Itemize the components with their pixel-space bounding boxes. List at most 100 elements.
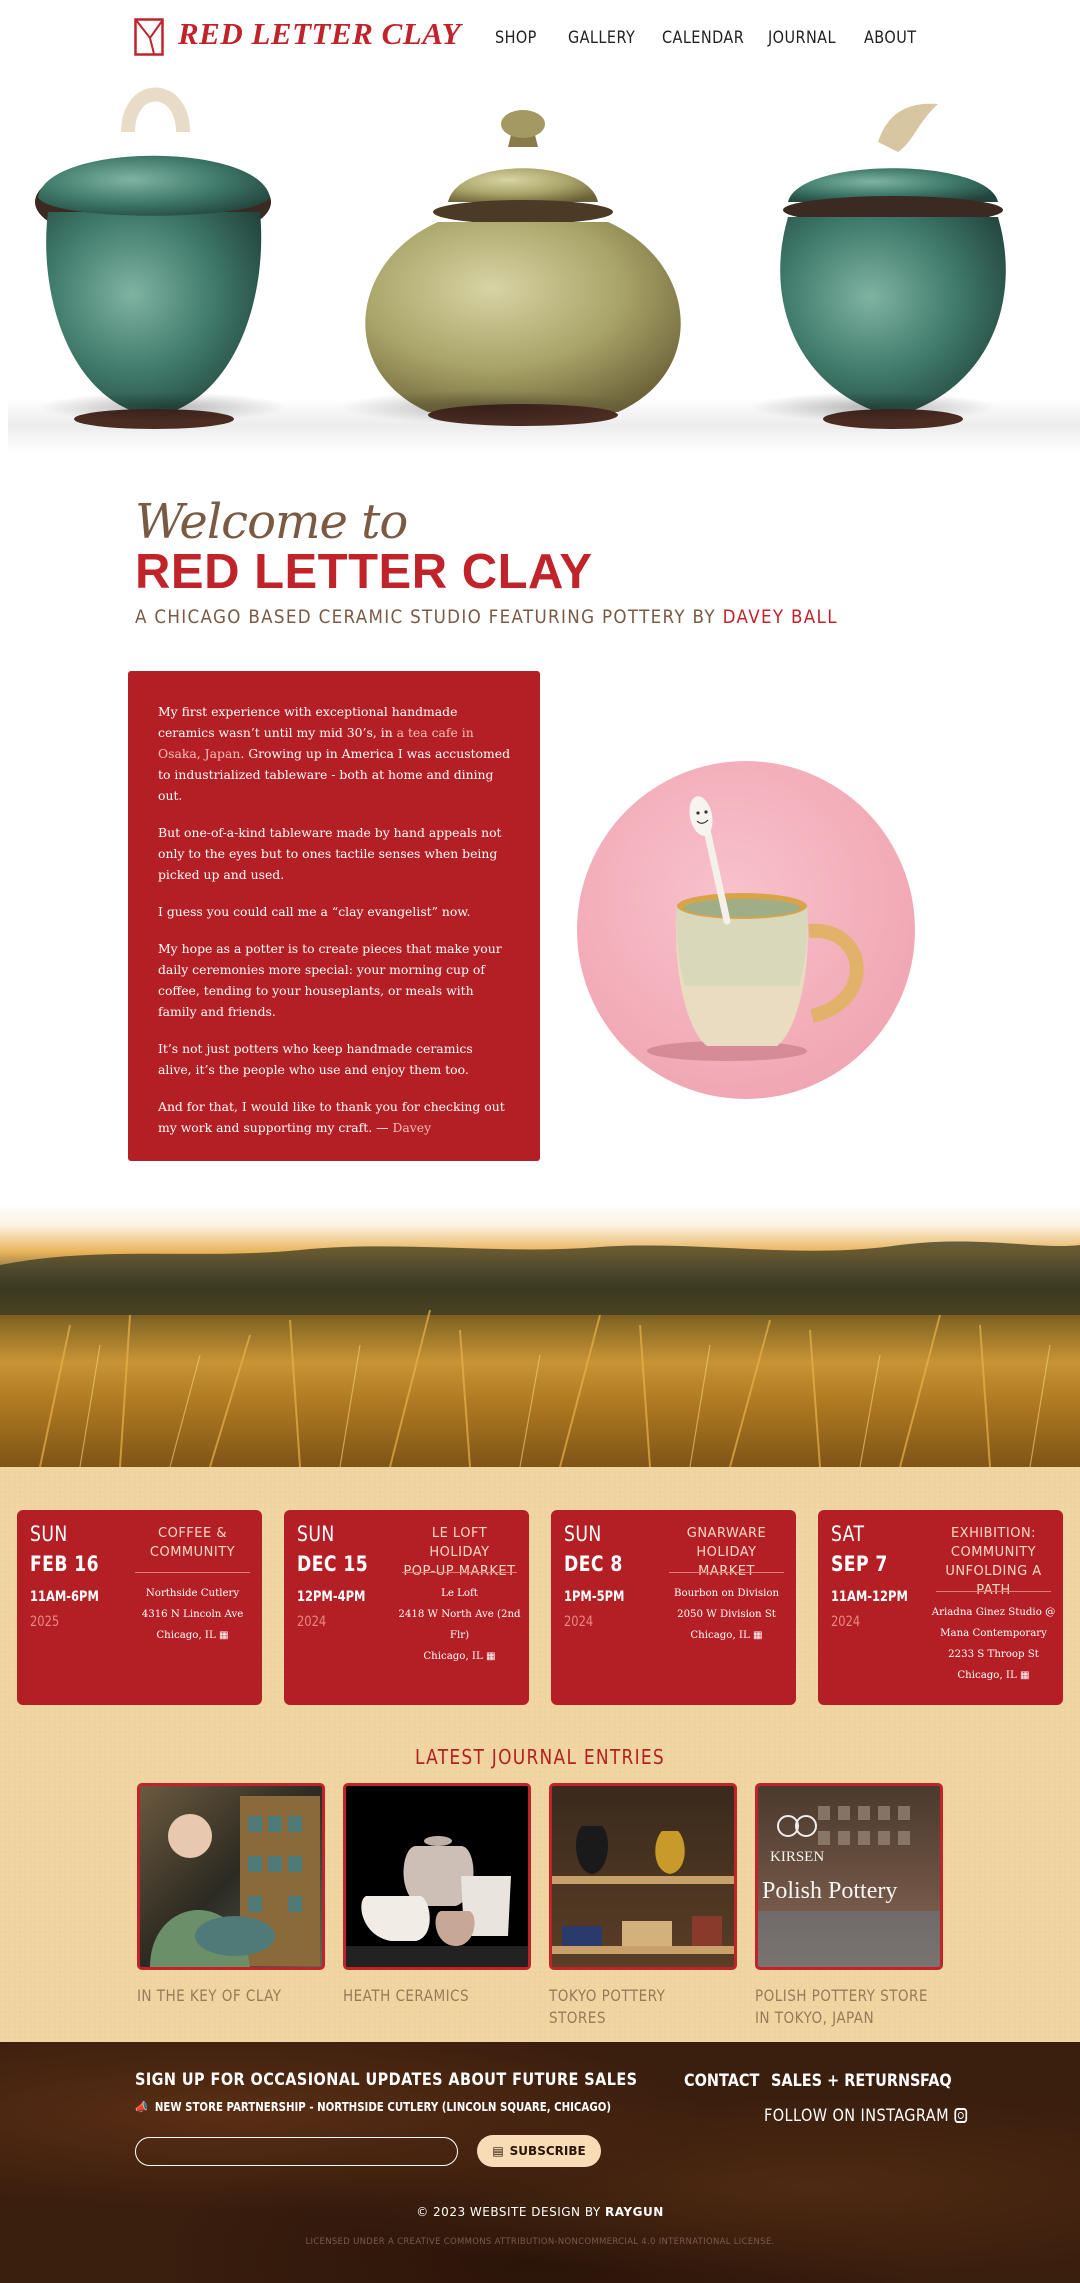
event-date: DEC 8 xyxy=(564,1552,623,1576)
announcement: 📣 NEW STORE PARTNERSHIP - NORTHSIDE CUTL… xyxy=(135,2100,611,2114)
event-title-line: LE LOFT HOLIDAY xyxy=(429,1526,490,1560)
announcement-text[interactable]: NEW STORE PARTNERSHIP - NORTHSIDE CUTLER… xyxy=(155,2100,611,2114)
event-title-line: GNARWARE xyxy=(686,1526,767,1541)
footer-link-faq[interactable]: FAQ xyxy=(920,2071,952,2091)
event-title[interactable]: COFFEE & COMMUNITY xyxy=(135,1524,250,1562)
journal-caption[interactable]: HEATH CERAMICS xyxy=(343,1985,513,2007)
instagram-link[interactable]: FOLLOW ON INSTAGRAM xyxy=(764,2106,967,2126)
venue-line: 2418 W North Ave (2nd xyxy=(398,1609,521,1620)
map-icon[interactable]: ▦ xyxy=(753,1630,763,1641)
intro-paragraph: I guess you could call me a “clay evange… xyxy=(158,904,471,919)
welcome-subtitle: A CHICAGO BASED CERAMIC STUDIO FEATURING… xyxy=(135,606,838,628)
event-year: 2025 xyxy=(30,1614,60,1630)
davey-link[interactable]: Davey xyxy=(392,1120,431,1135)
event-day: SAT xyxy=(831,1522,865,1546)
footer-link-sales-returns[interactable]: SALES + RETURNS xyxy=(771,2071,920,2091)
welcome-title: RED LETTER CLAY xyxy=(135,545,593,599)
megaphone-icon: 📣 xyxy=(135,2100,148,2114)
event-year: 2024 xyxy=(831,1614,861,1630)
signup-heading: SIGN UP FOR OCCASIONAL UPDATES ABOUT FUT… xyxy=(135,2070,638,2090)
event-date: FEB 16 xyxy=(30,1552,100,1576)
event-year: 2024 xyxy=(297,1614,327,1630)
copyright-text: © 2023 WEBSITE DESIGN BY xyxy=(416,2205,606,2219)
subtitle-text: A CHICAGO BASED CERAMIC STUDIO FEATURING… xyxy=(135,606,723,628)
journal-heading: LATEST JOURNAL ENTRIES xyxy=(414,1745,666,1769)
event-card[interactable]: SUN FEB 16 11AM-6PM 2025 COFFEE & COMMUNI… xyxy=(17,1510,262,1705)
footer-link-contact[interactable]: CONTACT xyxy=(684,2071,759,2091)
journal-caption[interactable]: TOKYO POTTERY STORES xyxy=(549,1985,719,2029)
intro-text-box: My first experience with exceptional han… xyxy=(128,671,540,1161)
nav-calendar[interactable]: CALENDAR xyxy=(662,28,744,48)
event-title-line: COMMUNITY xyxy=(950,1545,1037,1560)
event-card[interactable]: SAT SEP 7 11AM-12PM 2024 EXHIBITION: COMM… xyxy=(818,1510,1063,1705)
subscribe-button[interactable]: ▤ SUBSCRIBE xyxy=(477,2135,601,2167)
site-header: RED LETTER CLAY SHOP GALLERY CALENDAR JO… xyxy=(0,0,1080,80)
raygun-link[interactable]: RAYGUN xyxy=(605,2205,664,2219)
email-input[interactable] xyxy=(135,2137,458,2166)
event-title-line: UNFOLDING A PATH xyxy=(945,1564,1042,1598)
store-sign: Polish Pottery xyxy=(762,1878,897,1904)
store-sign-small: KIRSEN xyxy=(770,1849,824,1865)
event-title-line: COMMUNITY xyxy=(149,1545,236,1560)
instagram-icon[interactable] xyxy=(953,2108,967,2123)
venue-line: Chicago, IL ▦ xyxy=(423,1651,496,1662)
venue-line: Flr) xyxy=(449,1630,470,1641)
venue-line: 2050 W Division St xyxy=(677,1609,776,1620)
event-day: SUN xyxy=(564,1522,602,1546)
venue-line: Chicago, IL ▦ xyxy=(156,1630,229,1641)
intro-paragraph: It’s not just potters who keep handmade … xyxy=(158,1041,473,1077)
venue-line: Chicago, IL ▦ xyxy=(690,1630,763,1641)
event-venue: Ariadna Ginez Studio @ Mana Contemporary 2… xyxy=(930,1602,1057,1686)
journal-thumb-heath-ceramics[interactable] xyxy=(343,1783,531,1970)
venue-line: 4316 N Lincoln Ave xyxy=(141,1609,244,1620)
event-venue: Bourbon on Division 2050 W Division St Chi… xyxy=(663,1583,790,1646)
venue-line: Bourbon on Division xyxy=(673,1588,780,1599)
journal-thumb-key-of-clay[interactable] xyxy=(137,1783,325,1970)
map-icon[interactable]: ▦ xyxy=(486,1651,496,1662)
intro-paragraph: My first experience with exceptional han… xyxy=(158,701,510,806)
venue-line: Chicago, IL ▦ xyxy=(957,1670,1030,1681)
brand-name[interactable]: RED LETTER CLAY xyxy=(178,16,461,52)
event-divider xyxy=(402,1572,517,1573)
event-title[interactable]: EXHIBITION: COMMUNITY UNFOLDING A PATH xyxy=(936,1524,1051,1600)
subscribe-label: SUBSCRIBE xyxy=(509,2144,586,2158)
license-text[interactable]: LICENSED UNDER A CREATIVE COMMONS ATTRIB… xyxy=(0,2237,1080,2247)
event-year: 2024 xyxy=(564,1614,594,1630)
journal-thumb-tokyo-stores[interactable] xyxy=(549,1783,737,1970)
venue-line: Le Loft xyxy=(441,1588,478,1599)
event-divider xyxy=(135,1572,250,1573)
event-venue: Le Loft 2418 W North Ave (2nd Flr) Chicago,… xyxy=(396,1583,523,1667)
intro-paragraph: But one-of-a-kind tableware made by hand… xyxy=(158,825,502,882)
event-time: 12PM-4PM xyxy=(297,1589,366,1605)
event-time: 11AM-6PM xyxy=(30,1589,99,1605)
event-time: 11AM-12PM xyxy=(831,1589,908,1605)
subtitle-name: DAVEY BALL xyxy=(722,606,838,628)
venue-line: Ariadna Ginez Studio @ xyxy=(931,1607,1056,1618)
event-venue: Northside Cutlery 4316 N Lincoln Ave Chica… xyxy=(129,1583,256,1646)
journal-caption[interactable]: POLISH POTTERY STORE IN TOKYO, JAPAN xyxy=(755,1985,942,2029)
intro-paragraph: And for that, I would like to thank you … xyxy=(158,1096,510,1138)
intro-text: And for that, I would like to thank you … xyxy=(158,1099,505,1135)
event-date: SEP 7 xyxy=(831,1552,888,1576)
event-time: 1PM-5PM xyxy=(564,1589,625,1605)
event-divider xyxy=(669,1572,784,1573)
venue-line: Northside Cutlery xyxy=(145,1588,240,1599)
event-title-line: EXHIBITION: xyxy=(950,1526,1037,1541)
event-card[interactable]: SUN DEC 15 12PM-4PM 2024 LE LOFT HOLIDAY… xyxy=(284,1510,529,1705)
event-date: DEC 15 xyxy=(297,1552,369,1576)
nav-shop[interactable]: SHOP xyxy=(495,28,537,48)
event-card[interactable]: SUN DEC 8 1PM-5PM 2024 GNARWARE HOLIDAY M… xyxy=(551,1510,796,1705)
logo-mark-icon[interactable] xyxy=(134,18,164,56)
journal-caption[interactable]: IN THE KEY OF CLAY xyxy=(137,1985,307,2007)
instagram-label: FOLLOW ON INSTAGRAM xyxy=(764,2106,949,2126)
journal-thumb-polish-pottery[interactable]: KIRSEN Polish Pottery xyxy=(755,1783,943,1970)
nav-gallery[interactable]: GALLERY xyxy=(568,28,635,48)
event-day: SUN xyxy=(30,1522,68,1546)
nav-about[interactable]: ABOUT xyxy=(864,28,916,48)
copyright: © 2023 WEBSITE DESIGN BY RAYGUN xyxy=(0,2205,1080,2219)
map-icon[interactable]: ▦ xyxy=(219,1630,229,1641)
venue-line: 2233 S Throop St xyxy=(948,1649,1039,1660)
welcome-script: Welcome to xyxy=(135,494,408,550)
nav-journal[interactable]: JOURNAL xyxy=(768,28,836,48)
map-icon[interactable]: ▦ xyxy=(1020,1670,1030,1681)
